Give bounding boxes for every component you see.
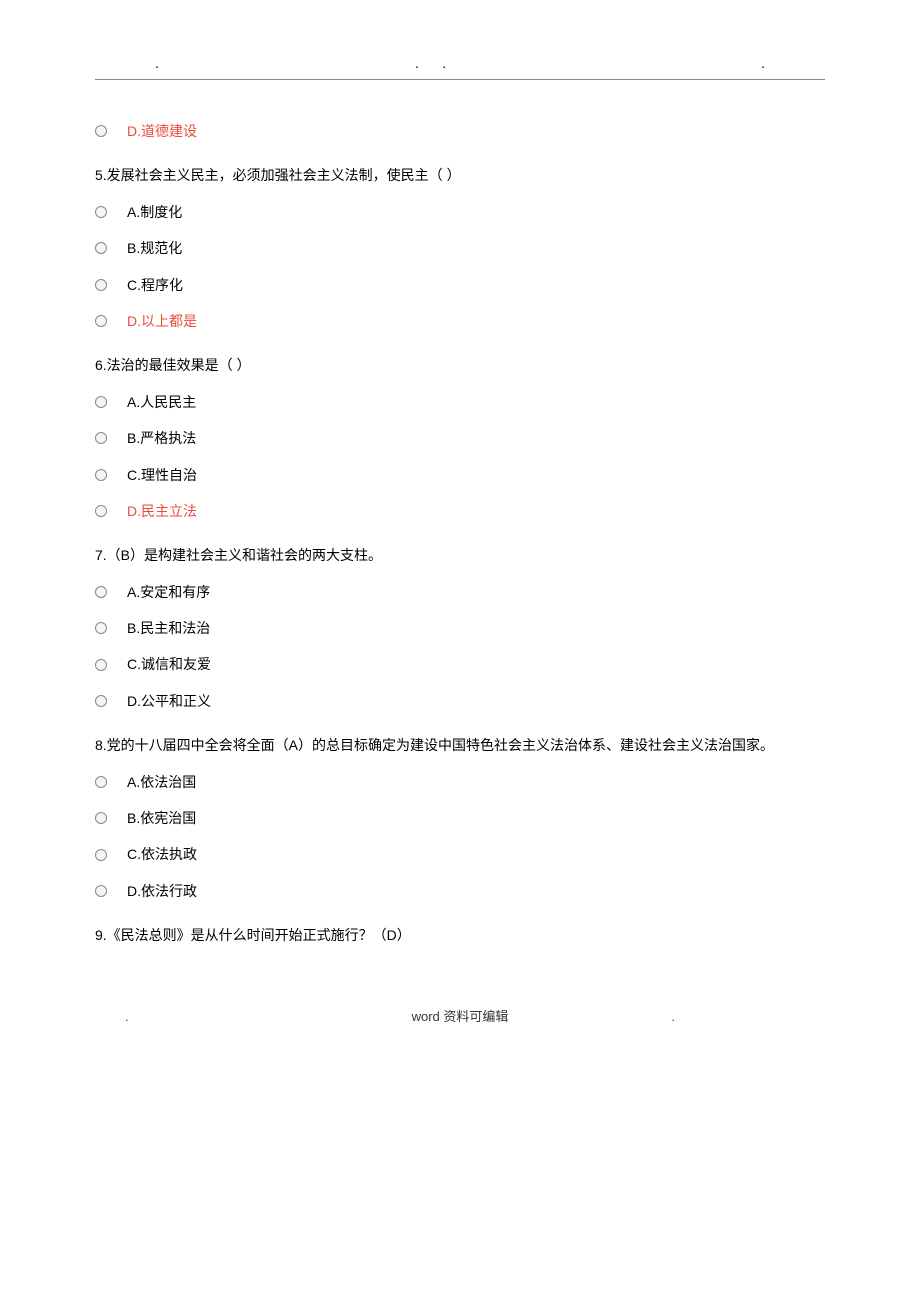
radio-icon[interactable] (95, 469, 107, 481)
option-row[interactable]: D.民主立法 (95, 500, 825, 522)
radio-icon[interactable] (95, 279, 107, 291)
radio-icon[interactable] (95, 812, 107, 824)
option-row[interactable]: D.道德建设 (95, 120, 825, 142)
radio-icon[interactable] (95, 695, 107, 707)
radio-icon[interactable] (95, 242, 107, 254)
option-label: C.诚信和友爱 (127, 653, 211, 675)
footer-dot-right: . (671, 1007, 675, 1028)
option-row[interactable]: D.公平和正义 (95, 690, 825, 712)
option-label: B.依宪治国 (127, 807, 196, 829)
option-label: B.民主和法治 (127, 617, 210, 639)
radio-icon[interactable] (95, 432, 107, 444)
footer-text: word 资料可编辑 (412, 1009, 509, 1024)
radio-icon[interactable] (95, 206, 107, 218)
option-row[interactable]: D.依法行政 (95, 880, 825, 902)
option-label: B.规范化 (127, 237, 182, 259)
option-row[interactable]: D.以上都是 (95, 310, 825, 332)
option-label: B.严格执法 (127, 427, 196, 449)
option-label: D.公平和正义 (127, 690, 211, 712)
option-label: A.安定和有序 (127, 581, 210, 603)
radio-icon[interactable] (95, 622, 107, 634)
option-row[interactable]: B.民主和法治 (95, 617, 825, 639)
option-label: C.理性自治 (127, 464, 197, 486)
question-text: 7.（B）是构建社会主义和谐社会的两大支柱。 (95, 544, 825, 566)
footer-dot-left: . (125, 1007, 129, 1028)
option-label: D.依法行政 (127, 880, 197, 902)
option-row[interactable]: C.依法执政 (95, 843, 825, 865)
option-label: A.依法治国 (127, 771, 196, 793)
option-row[interactable]: A.人民民主 (95, 391, 825, 413)
radio-icon[interactable] (95, 125, 107, 137)
radio-icon[interactable] (95, 659, 107, 671)
question-text: 6.法治的最佳效果是（ ） (95, 354, 825, 376)
option-row[interactable]: A.依法治国 (95, 771, 825, 793)
header-dot: . (761, 52, 765, 74)
option-label: D.民主立法 (127, 500, 197, 522)
radio-icon[interactable] (95, 849, 107, 861)
option-label: A.制度化 (127, 201, 182, 223)
question-text: 9.《民法总则》是从什么时间开始正式施行？（D） (95, 924, 825, 946)
option-row[interactable]: B.依宪治国 (95, 807, 825, 829)
footer: . word 资料可编辑 . (95, 1007, 825, 1028)
radio-icon[interactable] (95, 776, 107, 788)
option-row[interactable]: C.程序化 (95, 274, 825, 296)
option-row[interactable]: B.严格执法 (95, 427, 825, 449)
question-text: 8.党的十八届四中全会将全面（A）的总目标确定为建设中国特色社会主义法治体系、建… (95, 734, 825, 756)
header-divider: . (95, 60, 825, 80)
option-row[interactable]: A.制度化 (95, 201, 825, 223)
quiz-content: D.道德建设 5.发展社会主义民主，必须加强社会主义法制，使民主（ ） A.制度化 B… (95, 120, 825, 947)
radio-icon[interactable] (95, 396, 107, 408)
radio-icon[interactable] (95, 505, 107, 517)
question-text: 5.发展社会主义民主，必须加强社会主义法制，使民主（ ） (95, 164, 825, 186)
option-row[interactable]: A.安定和有序 (95, 581, 825, 603)
radio-icon[interactable] (95, 586, 107, 598)
option-label: A.人民民主 (127, 391, 196, 413)
option-label: D.以上都是 (127, 310, 197, 332)
radio-icon[interactable] (95, 315, 107, 327)
option-row[interactable]: C.理性自治 (95, 464, 825, 486)
option-label: D.道德建设 (127, 120, 197, 142)
option-label: C.程序化 (127, 274, 183, 296)
option-row[interactable]: B.规范化 (95, 237, 825, 259)
option-label: C.依法执政 (127, 843, 197, 865)
option-row[interactable]: C.诚信和友爱 (95, 653, 825, 675)
radio-icon[interactable] (95, 885, 107, 897)
